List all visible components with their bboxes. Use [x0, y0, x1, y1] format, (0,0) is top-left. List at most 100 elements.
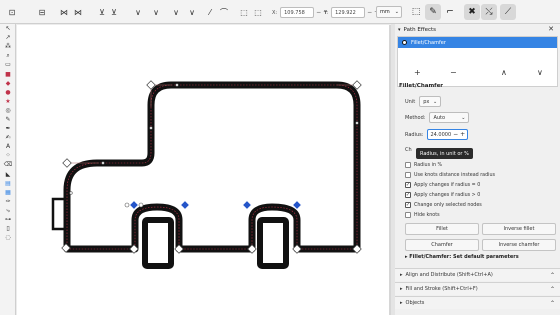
checkbox-hide-knots[interactable]: Hide knots	[405, 212, 440, 218]
radius-input[interactable]: 24.0000 − +	[427, 129, 469, 140]
star-tool-icon[interactable]: ★	[0, 97, 16, 106]
selector-tool-icon[interactable]: ↖	[0, 24, 16, 33]
method-dropdown[interactable]: Auto ⌄	[429, 112, 470, 123]
collapse-icon[interactable]: ⌃	[550, 272, 555, 279]
add-effect-button[interactable]: +	[414, 68, 421, 77]
eraser-tool-icon[interactable]: ⌫	[0, 160, 16, 169]
measure-tool-icon[interactable]: ▭	[0, 60, 16, 69]
insert-node-icon[interactable]: ⊡	[6, 5, 18, 19]
knot[interactable]	[101, 161, 105, 165]
effect-item[interactable]: Fillet/Chamfer	[398, 37, 557, 48]
remove-effect-button[interactable]: −	[450, 68, 457, 77]
zoom-tool-icon[interactable]: ⌕	[0, 51, 16, 60]
show-path-outline-icon[interactable]: ⌐	[442, 4, 458, 20]
node[interactable]	[62, 158, 72, 168]
calligraphy-tool-icon[interactable]: ✍	[0, 133, 16, 142]
fillet-knots[interactable]	[69, 83, 359, 208]
knot[interactable]	[355, 121, 359, 125]
visibility-toggle-icon[interactable]	[402, 40, 407, 45]
collapse-icon[interactable]: ⌃	[550, 286, 555, 293]
delete-node-icon[interactable]: ⊟	[36, 5, 48, 19]
selected-node[interactable]	[242, 200, 252, 210]
y-input[interactable]: 129.922	[331, 7, 366, 18]
join-segment-icon[interactable]: ⊻	[96, 5, 108, 19]
text-tool-icon[interactable]: A	[0, 142, 16, 151]
unit-select[interactable]: mm ⌄	[376, 6, 402, 18]
right-wheel[interactable]	[257, 217, 289, 269]
checkbox-icon[interactable]	[405, 162, 411, 168]
node-cusp-icon[interactable]: ∨	[132, 5, 144, 19]
gradient-tool-icon[interactable]: ▤	[0, 179, 16, 188]
connector-tool-icon[interactable]: ⤷	[0, 206, 16, 215]
inverse-fillet-button[interactable]: Inverse fillet	[482, 223, 556, 235]
stroke-to-path-icon[interactable]: ⬚	[252, 5, 264, 19]
knot[interactable]	[149, 126, 153, 130]
segment-curve-icon[interactable]: ⌒	[218, 5, 230, 19]
node-smooth-icon[interactable]: ∨	[150, 5, 162, 19]
join-nodes-icon[interactable]: ⋈	[58, 5, 70, 19]
checkmark-icon[interactable]: ✓	[405, 202, 411, 208]
ellipse-tool-icon[interactable]: ●	[0, 88, 16, 97]
knot[interactable]	[69, 191, 73, 195]
dock-fill-stroke[interactable]: ▸ Fill and Stroke (Shift+Ctrl+F) ⌃	[395, 282, 560, 295]
bucket-tool-icon[interactable]: ◣	[0, 170, 16, 179]
checkbox-knots-distance[interactable]: Use knots distance instead radius	[405, 172, 495, 178]
break-path-icon[interactable]: ⋈	[72, 5, 84, 19]
checkbox-apply-radius-zero[interactable]: ✓ Apply changes if radius = 0	[405, 182, 480, 188]
selected-path[interactable]	[63, 81, 361, 253]
checkbox-radius-percent[interactable]: Radius in %	[405, 162, 442, 168]
lasso-tool-icon[interactable]: ◌	[0, 233, 16, 242]
segment-line-icon[interactable]: ⁄	[204, 5, 216, 19]
delete-segment-icon[interactable]: ⊻	[108, 5, 120, 19]
object-to-path-icon[interactable]: ⬚	[238, 5, 250, 19]
edit-path-effect-icon[interactable]: ⟋	[500, 4, 516, 20]
inverse-chamfer-button[interactable]: Inverse chamfer	[482, 239, 556, 251]
canvas[interactable]	[17, 25, 390, 315]
checkbox-icon[interactable]	[405, 212, 411, 218]
x-decrement-icon[interactable]: −	[316, 9, 321, 16]
knot[interactable]	[175, 83, 179, 87]
pencil-tool-icon[interactable]: ✎	[0, 115, 16, 124]
checkbox-apply-radius-positive[interactable]: ✓ Apply changes if radius > 0	[405, 192, 480, 198]
show-transform-handles-icon[interactable]: ⬚	[408, 4, 424, 20]
3d-box-tool-icon[interactable]: ◆	[0, 79, 16, 88]
expand-caret-icon[interactable]: ▸	[400, 300, 403, 306]
node-auto-icon[interactable]: ∨	[186, 5, 198, 19]
spiral-tool-icon[interactable]: ◎	[0, 106, 16, 115]
x-input[interactable]: 109.758	[280, 7, 315, 18]
expand-caret-icon[interactable]: ▸	[400, 272, 403, 278]
spray-tool-icon[interactable]: ⁘	[0, 151, 16, 160]
node-symmetric-icon[interactable]: ∨	[170, 5, 182, 19]
plus-icon[interactable]: +	[460, 131, 465, 138]
selected-node[interactable]	[292, 200, 302, 210]
expand-caret-icon[interactable]: ▸	[400, 286, 403, 292]
unit-dropdown[interactable]: px ⌄	[419, 96, 442, 107]
edit-mask-icon[interactable]: ⤯	[481, 4, 497, 20]
selected-node[interactable]	[180, 200, 190, 210]
fillet-button[interactable]: Fillet	[405, 223, 479, 235]
chamfer-button[interactable]: Chamfer	[405, 239, 479, 251]
defaults-expander[interactable]: ▸ Fillet/Chamfer: Set default parameters	[405, 254, 519, 260]
minus-icon[interactable]: −	[453, 131, 458, 138]
checkbox-selected-nodes[interactable]: ✓ Change only selected nodes	[405, 202, 482, 208]
dock-align-distribute[interactable]: ▸ Align and Distribute (Shift+Ctrl+A) ⌃	[395, 268, 560, 281]
mesh-tool-icon[interactable]: ▦	[0, 188, 16, 197]
x-coordinate-field[interactable]: X: 109.758 − +	[272, 6, 328, 19]
lpe-tool-icon[interactable]: ⊶	[0, 215, 16, 224]
selected-node[interactable]	[129, 200, 139, 210]
node-tool-icon[interactable]: ↗	[0, 33, 16, 42]
checkmark-icon[interactable]: ✓	[405, 182, 411, 188]
tweak-tool-icon[interactable]: ⁂	[0, 42, 16, 51]
rect-tool-icon[interactable]: ■	[0, 69, 16, 78]
edit-clip-icon[interactable]: ✖	[464, 4, 480, 20]
knot[interactable]	[138, 202, 144, 208]
move-down-button[interactable]: ∨	[537, 68, 543, 77]
checkmark-icon[interactable]: ✓	[405, 192, 411, 198]
dialog-header[interactable]: ▾ Path Effects ✕	[395, 24, 560, 35]
pages-tool-icon[interactable]: ▯	[0, 224, 16, 233]
collapse-caret-icon[interactable]: ▾	[398, 27, 401, 33]
dock-objects[interactable]: ▸ Objects ⌃	[395, 296, 560, 309]
move-up-button[interactable]: ∧	[501, 68, 507, 77]
knot[interactable]	[124, 202, 130, 208]
collapse-icon[interactable]: ⌃	[550, 300, 555, 307]
